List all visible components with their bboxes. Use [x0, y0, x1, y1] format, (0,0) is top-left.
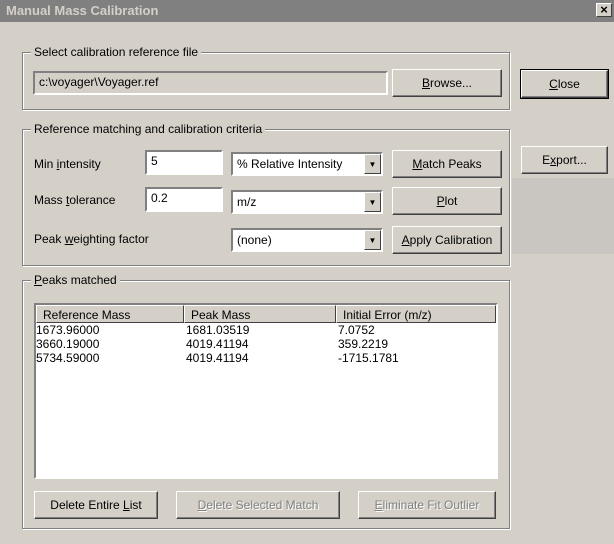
initial-error-cell: 7.0752: [338, 323, 375, 337]
chevron-down-icon[interactable]: ▼: [364, 154, 381, 174]
delete-entire-list-label: Delete Entire List: [50, 498, 142, 512]
peak-weighting-select[interactable]: (none) ▼: [231, 228, 383, 252]
column-header-peak-mass[interactable]: Peak Mass: [184, 305, 336, 323]
min-intensity-input[interactable]: 5: [145, 150, 223, 175]
export-button-label: Export...: [542, 153, 587, 167]
right-panel-shade: [512, 178, 614, 254]
peak-mass-cell: 4019.41194: [186, 351, 249, 365]
peak-weighting-label: Peak weighting factor: [34, 232, 149, 246]
initial-error-cell: 359.2219: [338, 337, 389, 351]
peak-weighting-value: (none): [237, 233, 272, 247]
column-header-reference-mass[interactable]: Reference Mass: [36, 305, 184, 323]
column-header-initial-error[interactable]: Initial Error (m/z): [336, 305, 496, 323]
peak-mass-cell: 4019.41194: [186, 337, 249, 351]
eliminate-fit-outlier-button[interactable]: Eliminate Fit Outlier: [358, 491, 496, 519]
export-button[interactable]: Export...: [521, 146, 608, 174]
mass-tolerance-label: Mass tolerance: [34, 193, 116, 207]
reference-file-path: c:\voyager\Voyager.ref: [33, 71, 388, 95]
plot-button[interactable]: Plot: [392, 187, 502, 215]
match-peaks-button[interactable]: Match Peaks: [392, 150, 502, 178]
chevron-down-icon[interactable]: ▼: [364, 192, 381, 212]
reference-file-group-label: Select calibration reference file: [31, 45, 202, 59]
close-button-label: Close: [549, 77, 580, 91]
apply-calibration-button[interactable]: Apply Calibration: [392, 226, 502, 254]
reference-mass-cell: 3660.19000: [36, 337, 100, 351]
reference-mass-cell: 1673.96000: [36, 323, 100, 337]
peaks-list[interactable]: Reference Mass Peak Mass Initial Error (…: [34, 303, 498, 479]
browse-button-label: Browse...: [421, 76, 473, 90]
title-bar: Manual Mass Calibration ×: [0, 0, 614, 22]
reference-mass-cell: 5734.59000: [36, 351, 100, 365]
mass-tolerance-input[interactable]: 0.2: [145, 187, 223, 212]
intensity-mode-select[interactable]: % Relative Intensity ▼: [231, 152, 383, 176]
criteria-group-label: Reference matching and calibration crite…: [31, 122, 266, 136]
chevron-down-icon[interactable]: ▼: [364, 230, 381, 250]
apply-calibration-button-label: Apply Calibration: [401, 233, 493, 247]
intensity-mode-value: % Relative Intensity: [237, 157, 343, 171]
browse-button[interactable]: Browse...: [392, 69, 502, 97]
window-close-icon[interactable]: ×: [596, 3, 612, 17]
match-peaks-button-label: Match Peaks: [412, 157, 482, 171]
mass-tolerance-unit-value: m/z: [237, 195, 257, 209]
delete-entire-list-button[interactable]: Delete Entire List: [34, 491, 158, 519]
eliminate-fit-outlier-label: Eliminate Fit Outlier: [374, 498, 480, 512]
initial-error-cell: -1715.1781: [338, 351, 399, 365]
plot-button-label: Plot: [436, 194, 458, 208]
peaks-matched-group-label: Peaks matched: [31, 273, 120, 287]
close-button[interactable]: Close: [520, 69, 609, 99]
window-title: Manual Mass Calibration: [6, 3, 159, 18]
delete-selected-match-label: Delete Selected Match: [197, 498, 319, 512]
peak-mass-cell: 1681.03519: [186, 323, 250, 337]
delete-selected-match-button[interactable]: Delete Selected Match: [176, 491, 340, 519]
mass-tolerance-unit-select[interactable]: m/z ▼: [231, 190, 383, 214]
min-intensity-label: Min intensity: [34, 157, 101, 171]
